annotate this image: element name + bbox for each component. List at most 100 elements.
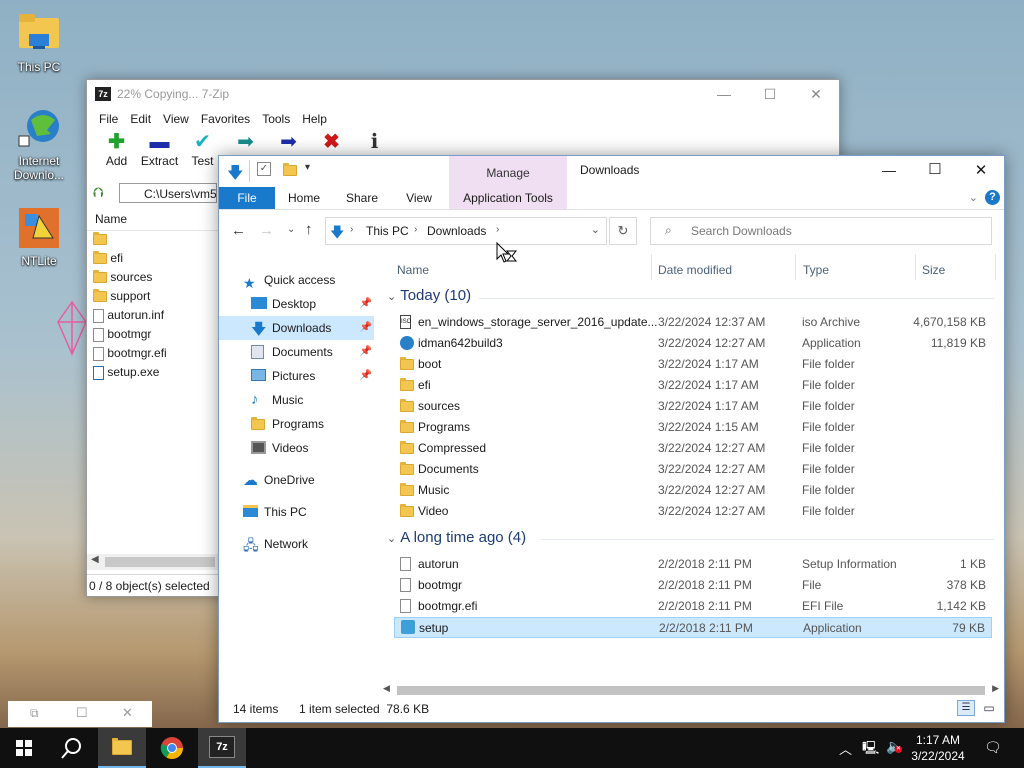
nav-item-videos[interactable]: Videos <box>219 436 374 460</box>
nav-item-onedrive[interactable]: ☁ OneDrive <box>219 468 374 492</box>
list-item[interactable]: sources <box>93 268 218 287</box>
menu-edit[interactable]: Edit <box>124 108 157 130</box>
nav-item-programs[interactable]: Programs <box>219 412 374 436</box>
column-header-date-modified[interactable]: Date modified <box>658 259 732 281</box>
up-arrow-icon[interactable]: ↑ <box>305 221 313 238</box>
close-icon[interactable]: ✕ <box>122 705 133 721</box>
minimize-icon[interactable]: — <box>866 162 912 178</box>
taskbar-chrome[interactable] <box>148 728 196 768</box>
ribbon-tab-home[interactable]: Home <box>277 187 331 209</box>
ribbon-tab-application-tools[interactable]: Application Tools <box>449 187 567 209</box>
list-item[interactable]: efi <box>93 249 218 268</box>
maximize-icon[interactable]: ☐ <box>76 705 88 721</box>
forward-arrow-icon[interactable]: → <box>259 222 274 239</box>
maximize-icon[interactable]: ☐ <box>747 80 793 108</box>
new-folder-icon[interactable] <box>283 163 297 177</box>
group-header-a-long-time-ago[interactable]: ⌄ A long time ago (4) <box>387 529 526 546</box>
refresh-icon[interactable]: ↻ <box>609 217 637 245</box>
back-arrow-icon[interactable]: ← <box>231 222 246 239</box>
add-button[interactable]: ✚ Add <box>95 130 138 174</box>
expand-ribbon-chevron-icon[interactable]: ⌄ <box>969 191 978 204</box>
nav-item-quick-access[interactable]: ★ Quick access <box>219 268 374 292</box>
desktop-icon-ntlite[interactable]: NTLite <box>4 206 74 268</box>
close-icon[interactable]: ✕ <box>793 80 839 108</box>
taskbar-file-explorer[interactable] <box>98 728 146 768</box>
nav-item-desktop[interactable]: Desktop 📌 <box>219 292 374 316</box>
scroll-right-icon[interactable]: ▶ <box>992 683 999 694</box>
scroll-left-icon[interactable]: ◀ <box>91 554 99 565</box>
group-header-today[interactable]: ⌄ Today (10) <box>387 287 471 304</box>
extract-button[interactable]: ▬ Extract <box>138 130 181 174</box>
file-row[interactable]: boot 3/22/2024 1:17 AM File folder <box>394 354 992 375</box>
column-header-name[interactable]: Name <box>397 259 429 281</box>
minimize-icon[interactable]: — <box>701 80 747 108</box>
breadcrumb-this-pc[interactable]: This PC <box>366 224 409 238</box>
notifications-icon[interactable]: 🗨 <box>984 739 1002 756</box>
help-icon[interactable]: ? <box>985 190 1000 205</box>
customize-quick-access-icon[interactable]: ▾ <box>305 162 310 173</box>
breadcrumb-separator-icon[interactable]: › <box>496 224 499 235</box>
manage-tab-label[interactable]: Manage <box>449 156 567 190</box>
details-view-icon[interactable]: ☰ <box>957 700 975 716</box>
file-row[interactable]: idman642build3 3/22/2024 12:27 AM Applicat… <box>394 333 992 354</box>
file-row-selected[interactable]: setup 2/2/2018 2:11 PM Application 79 KB <box>394 617 992 638</box>
list-item[interactable]: setup.exe <box>93 363 218 382</box>
recent-locations-chevron-icon[interactable]: ⌄ <box>287 224 295 235</box>
pin-icon[interactable]: 📌 <box>360 316 372 340</box>
start-button[interactable] <box>0 728 48 768</box>
menu-file[interactable]: File <box>93 108 124 130</box>
pin-icon[interactable]: 📌 <box>360 364 372 388</box>
ribbon-tab-file[interactable]: File <box>219 187 275 209</box>
search-input[interactable]: Search Downloads <box>691 224 792 238</box>
nav-item-this-pc[interactable]: This PC <box>219 500 374 524</box>
list-item[interactable]: bootmgr.efi <box>93 344 218 363</box>
nav-item-music[interactable]: ♪ Music <box>219 388 374 412</box>
maximize-icon[interactable]: ☐ <box>912 160 958 178</box>
show-hidden-icons-chevron-icon[interactable]: ︿ <box>839 739 852 758</box>
file-row[interactable]: Programs 3/22/2024 1:15 AM File folder <box>394 417 992 438</box>
large-icons-view-icon[interactable]: ▭ <box>981 700 997 716</box>
quick-access-download-icon[interactable]: 🡇 <box>227 162 243 189</box>
system-clock[interactable]: 1:17 AM 3/22/2024 <box>906 732 970 764</box>
volume-muted-icon[interactable]: 🔈 ✕ <box>886 738 903 755</box>
search-button[interactable] <box>48 728 96 768</box>
file-row[interactable]: sources 3/22/2024 1:17 AM File folder <box>394 396 992 417</box>
menu-help[interactable]: Help <box>296 108 333 130</box>
column-header-size[interactable]: Size <box>922 259 945 281</box>
pin-icon[interactable]: 📌 <box>360 340 372 364</box>
file-row[interactable]: bootmgr.efi 2/2/2018 2:11 PM EFI File 1,142… <box>394 596 992 617</box>
desktop-icon-this-pc[interactable]: This PC <box>4 12 74 74</box>
address-dropdown-chevron-icon[interactable]: ⌄ <box>591 223 600 236</box>
file-row[interactable]: bootmgr 2/2/2018 2:11 PM File 378 KB <box>394 575 992 596</box>
menu-tools[interactable]: Tools <box>256 108 296 130</box>
restore-icon[interactable]: ⧉ <box>30 706 39 721</box>
horizontal-scrollbar[interactable]: ◀ ▶ <box>381 682 1001 698</box>
scrollbar-thumb[interactable] <box>105 557 215 567</box>
desktop-icon-internet-download-manager[interactable]: Internet Downlo... <box>4 106 74 182</box>
file-row[interactable]: efi 3/22/2024 1:17 AM File folder <box>394 375 992 396</box>
sevenzip-column-name[interactable]: Name <box>87 208 226 231</box>
network-status-icon[interactable]: 🖳 <box>862 739 879 761</box>
folder-up-icon[interactable]: ⮉ <box>93 184 111 202</box>
column-header-type[interactable]: Type <box>803 259 829 281</box>
ribbon-tab-view[interactable]: View <box>391 187 447 209</box>
properties-icon[interactable]: ✓ <box>257 162 271 176</box>
menu-favorites[interactable]: Favorites <box>195 108 256 130</box>
list-item[interactable]: support <box>93 287 218 306</box>
address-bar[interactable]: 🡇 › This PC › Downloads › ⌄ <box>325 217 607 245</box>
scrollbar-thumb[interactable] <box>397 686 985 695</box>
file-row[interactable]: Documents 3/22/2024 12:27 AM File folder <box>394 459 992 480</box>
taskbar-7zip[interactable]: 7z <box>198 728 246 768</box>
breadcrumb-downloads[interactable]: Downloads <box>427 224 486 238</box>
list-item[interactable]: bootmgr <box>93 325 218 344</box>
nav-item-pictures[interactable]: Pictures 📌 <box>219 364 374 388</box>
nav-item-downloads[interactable]: 🡇 Downloads 📌 <box>219 316 374 340</box>
list-item[interactable] <box>93 230 218 249</box>
horizontal-scrollbar[interactable]: ◀ <box>87 554 218 570</box>
file-row[interactable]: ISO en_windows_storage_server_2016_update… <box>394 312 992 333</box>
file-row[interactable]: autorun 2/2/2018 2:11 PM Setup Information… <box>394 554 992 575</box>
nav-item-network[interactable]: 🖧 Network <box>219 532 374 556</box>
nav-item-documents[interactable]: Documents 📌 <box>219 340 374 364</box>
sevenzip-path-field[interactable]: C:\Users\vm5\ <box>119 183 217 203</box>
list-item[interactable]: autorun.inf <box>93 306 218 325</box>
